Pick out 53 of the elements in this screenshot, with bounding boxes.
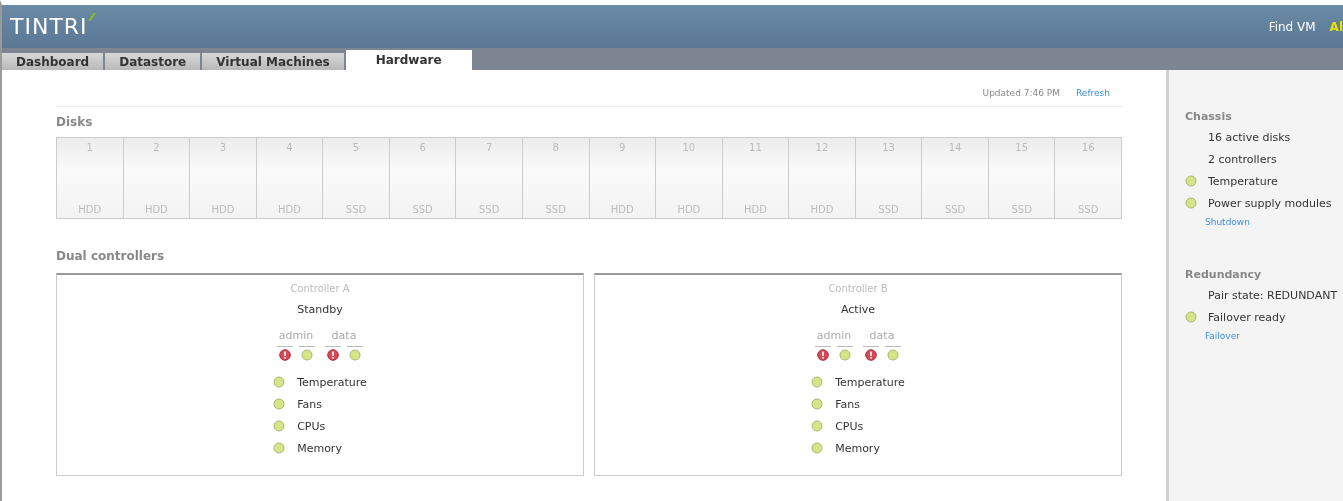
disk-type: SSD bbox=[878, 204, 899, 215]
action-link[interactable]: Failover bbox=[1205, 331, 1240, 341]
check-label: CPUs bbox=[297, 419, 326, 433]
refresh-link[interactable]: Refresh bbox=[1076, 88, 1110, 98]
disk-type: SSD bbox=[412, 204, 433, 215]
sidebar-item: 16 active disks bbox=[1208, 130, 1291, 144]
controller-state: Standby bbox=[297, 303, 343, 316]
updated-time: Updated 7:46 PM bbox=[982, 88, 1060, 98]
sidebar-item: Power supply modules bbox=[1208, 196, 1332, 210]
section-title: Disks bbox=[56, 115, 94, 129]
check-label: Temperature bbox=[835, 375, 905, 389]
sidebar-title: Redundancy bbox=[1185, 268, 1263, 281]
disk-type: SSD bbox=[1011, 204, 1032, 215]
check-label: Fans bbox=[835, 397, 860, 411]
check-label: CPUs bbox=[835, 419, 864, 433]
disk-type: SSD bbox=[1078, 204, 1099, 215]
sidebar-item: 2 controllers bbox=[1208, 152, 1277, 166]
disk-type: HDD bbox=[78, 204, 102, 215]
check-label: Memory bbox=[835, 441, 880, 455]
sidebar-item: Failover ready bbox=[1208, 310, 1286, 324]
tab[interactable]: Dashboard bbox=[2, 53, 104, 70]
disk-type: HDD bbox=[677, 204, 701, 215]
disk-type: HDD bbox=[278, 204, 301, 215]
controller-name: Controller A bbox=[290, 283, 350, 294]
controller-name: Controller B bbox=[828, 283, 888, 294]
tab[interactable]: Datastore bbox=[105, 53, 201, 70]
disk-type: SSD bbox=[478, 204, 500, 215]
port-label: admin bbox=[816, 329, 852, 342]
check-label: Memory bbox=[297, 441, 342, 455]
port-label: data bbox=[331, 329, 357, 342]
sidebar-item: Pair state: REDUNDANT bbox=[1208, 288, 1338, 302]
section-title: Dual controllers bbox=[56, 249, 166, 263]
sidebar-item: Temperature bbox=[1208, 174, 1278, 188]
disk-type: HDD bbox=[810, 204, 834, 215]
header-link[interactable]: Find VM bbox=[1268, 19, 1316, 34]
action-link[interactable]: Shutdown bbox=[1205, 217, 1250, 227]
check-label: Fans bbox=[297, 397, 322, 411]
header-link[interactable]: Al bbox=[1329, 19, 1343, 34]
controller-state: Active bbox=[841, 303, 875, 316]
tab[interactable]: Virtual Machines bbox=[202, 53, 344, 70]
disk-type: HDD bbox=[211, 204, 235, 215]
tab[interactable]: Hardware bbox=[345, 50, 472, 70]
disk-type: SSD bbox=[545, 204, 566, 215]
disk-type: SSD bbox=[944, 204, 966, 215]
port-label: data bbox=[869, 329, 895, 342]
disk-type: HDD bbox=[610, 204, 634, 215]
logo: TINTRI bbox=[10, 11, 96, 42]
sidebar-title: Chassis bbox=[1185, 110, 1233, 123]
check-label: Temperature bbox=[297, 375, 367, 389]
disk-type: SSD bbox=[345, 204, 367, 215]
disk-type: HDD bbox=[743, 204, 767, 215]
disk-type: HDD bbox=[144, 204, 168, 215]
port-label: admin bbox=[278, 329, 314, 342]
